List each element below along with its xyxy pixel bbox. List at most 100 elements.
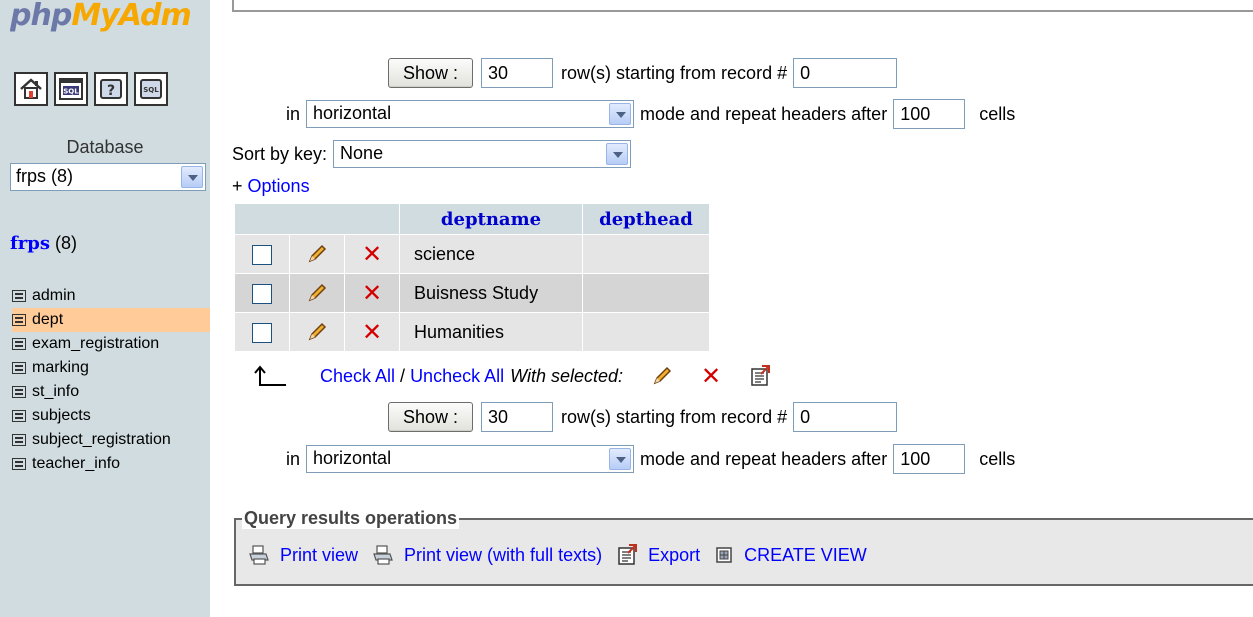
export-icon[interactable] [616,544,638,566]
database-select[interactable]: frps (8) [10,163,206,191]
column-header-deptname[interactable]: deptname [400,204,582,234]
options-toggle[interactable]: + Options [232,176,310,197]
table-item-dept[interactable]: dept [12,308,210,332]
table-row: ✕ Humanities [235,313,709,351]
delete-icon[interactable]: ✕ [362,242,382,266]
rows-text: row(s) starting from record # [561,406,788,427]
delete-icon[interactable]: ✕ [362,281,382,305]
table-item-st-info[interactable]: st_info [12,380,210,404]
edit-pencil-icon[interactable] [306,243,328,265]
export-link[interactable]: Export [616,544,700,566]
printer-icon[interactable] [248,544,270,566]
nav-bottom-show-row: Show : row(s) starting from record # [388,402,898,432]
nav-bottom-mode-row: in horizontal mode and repeat headers af… [286,444,1015,474]
show-button-bottom[interactable]: Show : [388,402,474,432]
table-icon[interactable] [12,410,26,422]
table-icon[interactable] [12,338,26,350]
query-results-operations-items: Print view Print view (with full texts) … [248,544,881,566]
delete-icon[interactable]: ✕ [701,364,721,388]
show-button-top[interactable]: Show : [388,58,474,88]
row-checkbox-cell [235,235,289,273]
create-view-link[interactable]: CREATE VIEW [714,545,867,566]
cell-depthead [583,313,709,351]
chevron-down-icon[interactable] [181,166,203,188]
help-docs-icon[interactable]: ? [94,72,128,106]
table-icon[interactable] [12,290,26,302]
cell-deptname: Humanities [400,313,582,351]
check-all-link[interactable]: Check All [320,366,395,387]
home-icon[interactable] [14,72,48,106]
edit-cell [290,313,344,351]
divider [232,0,1253,12]
mode-select-bottom[interactable]: horizontal [306,445,635,473]
row-checkbox-cell [235,313,289,351]
delete-cell: ✕ [345,274,399,312]
column-header-depthead[interactable]: depthead [583,204,709,234]
table-item-exam-registration[interactable]: exam_registration [12,332,210,356]
row-checkbox[interactable] [252,322,272,343]
export-icon[interactable] [749,365,771,387]
cell-deptname: science [400,235,582,273]
query-results-operations-legend: Query results operations [242,508,460,529]
create-view-icon[interactable] [714,545,734,565]
table-item-marking[interactable]: marking [12,356,210,380]
table-item-teacher-info[interactable]: teacher_info [12,452,210,476]
in-text: in [286,448,301,469]
sort-row: Sort by key: None [232,140,632,168]
table-item-admin[interactable]: admin [12,284,210,308]
edit-pencil-icon[interactable] [306,321,328,343]
navigation-frame: phpMyAdm SQL ? SQL Database frps (8) frp… [0,0,210,617]
chevron-down-icon[interactable] [609,448,632,470]
uncheck-all-link[interactable]: Uncheck All [410,366,504,387]
svg-text:?: ? [107,83,115,99]
sql-query-icon[interactable]: SQL [54,72,88,106]
cells-text: cells [979,103,1016,124]
nav-top-show-row: Show : row(s) starting from record # [388,58,898,88]
arrow-up-left-icon [254,365,286,386]
chevron-down-icon[interactable] [606,143,629,165]
database-label: Database [66,137,144,157]
repeat-headers-input-top[interactable] [893,99,966,129]
edit-cell [290,274,344,312]
start-record-input-bottom[interactable] [793,402,898,432]
print-view-link[interactable]: Print view [248,544,358,566]
rows-text: row(s) starting from record # [561,62,788,83]
table-icon[interactable] [12,314,26,326]
table-icon[interactable] [12,458,26,470]
table-header-row: deptname depthead [235,204,709,234]
edit-pencil-icon[interactable] [306,282,328,304]
row-checkbox[interactable] [252,244,272,265]
table-icon[interactable] [12,386,26,398]
mode-select-top[interactable]: horizontal [306,100,635,128]
table-row: ✕ science [235,235,709,273]
database-heading[interactable]: frps (8) [10,233,77,254]
table-list: admin dept exam_registration marking st_… [12,284,210,476]
sort-select[interactable]: None [333,140,632,168]
start-record-input-top[interactable] [793,58,898,88]
nav-top-mode-row: in horizontal mode and repeat headers af… [286,99,1015,129]
main-content: Show : row(s) starting from record # in … [210,0,1253,617]
rows-input-top[interactable] [481,58,554,88]
nav-icon-bar: SQL ? SQL [14,72,168,106]
cell-depthead [583,235,709,273]
repeat-headers-input-bottom[interactable] [893,444,966,474]
table-item-subjects[interactable]: subjects [12,404,210,428]
rows-input-bottom[interactable] [481,402,554,432]
edit-pencil-icon[interactable] [651,365,673,387]
table-icon[interactable] [12,362,26,374]
table-row: ✕ Buisness Study [235,274,709,312]
table-icon[interactable] [12,434,26,446]
print-view-full-link[interactable]: Print view (with full texts) [372,544,602,566]
check-all-row: Check All / Uncheck All With selected: ✕ [254,364,771,388]
in-text: in [286,103,301,124]
sql-docs-icon[interactable]: SQL [134,72,168,106]
printer-icon[interactable] [372,544,394,566]
delete-icon[interactable]: ✕ [362,320,382,344]
cells-text: cells [979,448,1016,469]
svg-text:SQL: SQL [143,86,159,94]
mode-text: mode and repeat headers after [640,103,888,124]
phpmyadmin-logo[interactable]: phpMyAdm [10,0,210,36]
table-item-subject-registration[interactable]: subject_registration [12,428,210,452]
chevron-down-icon[interactable] [609,103,632,125]
row-checkbox[interactable] [252,283,272,304]
